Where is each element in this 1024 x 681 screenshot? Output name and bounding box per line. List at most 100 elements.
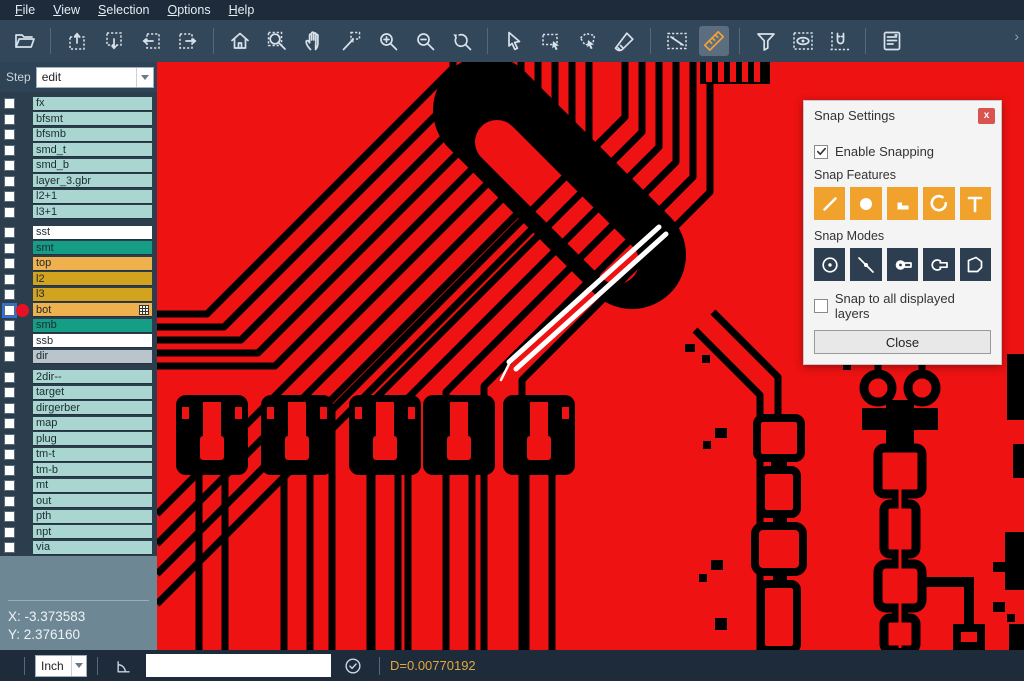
snap-feature-arc-button[interactable] (923, 187, 954, 220)
brush-button[interactable] (610, 26, 640, 56)
layer-visibility-checkbox[interactable] (4, 372, 15, 383)
unit-select[interactable]: Inch (35, 655, 87, 677)
layer-name-swatch[interactable]: npt (33, 525, 152, 539)
pan-down-button[interactable] (99, 26, 129, 56)
report-button[interactable] (877, 26, 907, 56)
layer-name-swatch[interactable]: top (33, 257, 152, 271)
step-select[interactable]: edit (36, 67, 154, 88)
layer-name-swatch[interactable]: target (33, 386, 152, 400)
dialog-close-action-button[interactable]: Close (814, 330, 991, 354)
layer-name-swatch[interactable]: l2+1 (33, 190, 152, 204)
layer-name-swatch[interactable]: smt (33, 241, 152, 255)
layer-name-swatch[interactable]: l3 (33, 288, 152, 302)
layer-grid-icon[interactable] (138, 304, 150, 316)
zoom-out-button[interactable] (410, 26, 440, 56)
layer-visibility-checkbox[interactable] (4, 418, 15, 429)
measure-value-input[interactable] (146, 654, 331, 677)
layer-name-swatch[interactable]: sst (33, 226, 152, 240)
dialog-close-button[interactable]: x (978, 108, 995, 124)
layer-visibility-checkbox[interactable] (4, 274, 15, 285)
filter-button[interactable] (751, 26, 781, 56)
menu-item[interactable]: Options (158, 0, 219, 20)
layer-visibility-checkbox[interactable] (4, 527, 15, 538)
enable-snapping-checkbox[interactable] (814, 145, 828, 159)
layer-visibility-checkbox[interactable] (4, 480, 15, 491)
layer-name-swatch[interactable]: ssb (33, 334, 152, 348)
toolbar-overflow-chevron[interactable]: › (1014, 28, 1019, 44)
layer-visibility-checkbox[interactable] (4, 542, 15, 553)
layer-visibility-checkbox[interactable] (4, 320, 15, 331)
layer-visibility-checkbox[interactable] (4, 176, 15, 187)
snap-button[interactable] (825, 26, 855, 56)
layer-name-swatch[interactable]: smd_t (33, 143, 152, 157)
layer-name-swatch[interactable]: bot (33, 303, 152, 317)
snap-feature-line-button[interactable] (814, 187, 845, 220)
layer-visibility-checkbox[interactable] (4, 465, 15, 476)
zoom-in-button[interactable] (373, 26, 403, 56)
layer-visibility-checkbox[interactable] (4, 496, 15, 507)
snap-all-layers-checkbox[interactable] (814, 299, 828, 313)
layer-visibility-checkbox[interactable] (4, 449, 15, 460)
layer-name-swatch[interactable]: fx (33, 97, 152, 111)
layer-visibility-checkbox[interactable] (4, 258, 15, 269)
pan-up-button[interactable] (62, 26, 92, 56)
layer-name-swatch[interactable]: dirgerber (33, 401, 152, 415)
layer-visibility-checkbox[interactable] (4, 351, 15, 362)
layer-name-swatch[interactable]: via (33, 541, 152, 555)
layer-visibility-checkbox[interactable] (4, 434, 15, 445)
layer-visibility-checkbox[interactable] (4, 511, 15, 522)
layer-visibility-checkbox[interactable] (4, 114, 15, 125)
layer-visibility-checkbox[interactable] (4, 336, 15, 347)
layer-name-swatch[interactable]: plug (33, 432, 152, 446)
snap-feature-text-button[interactable] (960, 187, 991, 220)
pan-right-button[interactable] (173, 26, 203, 56)
menu-item[interactable]: Selection (89, 0, 158, 20)
layer-visibility-checkbox[interactable] (4, 129, 15, 140)
layer-visibility-checkbox[interactable] (4, 289, 15, 300)
layer-visibility-checkbox[interactable] (4, 387, 15, 398)
layer-name-swatch[interactable]: mt (33, 479, 152, 493)
layer-visibility-checkbox[interactable] (4, 305, 15, 316)
pan-hand-button[interactable] (299, 26, 329, 56)
snap-mode-center-button[interactable] (814, 248, 845, 281)
snap-feature-pad-button[interactable] (850, 187, 881, 220)
snap-feature-surface-button[interactable] (887, 187, 918, 220)
select-cursor-button[interactable] (499, 26, 529, 56)
layer-visibility-checkbox[interactable] (4, 98, 15, 109)
zoom-previous-button[interactable] (447, 26, 477, 56)
layer-name-swatch[interactable]: bfsmt (33, 112, 152, 126)
view-options-button[interactable] (788, 26, 818, 56)
layer-visibility-checkbox[interactable] (4, 207, 15, 218)
zoom-area-button[interactable] (262, 26, 292, 56)
layer-name-swatch[interactable]: layer_3.gbr (33, 174, 152, 188)
menu-item[interactable]: Help (220, 0, 264, 20)
layer-visibility-checkbox[interactable] (4, 227, 15, 238)
layer-visibility-checkbox[interactable] (4, 191, 15, 202)
layer-name-swatch[interactable]: tm-t (33, 448, 152, 462)
layer-visibility-checkbox[interactable] (4, 243, 15, 254)
snap-mode-point-button[interactable] (850, 248, 881, 281)
home-view-button[interactable] (225, 26, 255, 56)
layer-name-swatch[interactable]: dir (33, 350, 152, 364)
menu-item[interactable]: View (44, 0, 89, 20)
layer-visibility-checkbox[interactable] (4, 145, 15, 156)
snap-mode-outline-button[interactable] (923, 248, 954, 281)
ruler-measure-button[interactable] (699, 26, 729, 56)
layer-name-swatch[interactable]: l3+1 (33, 205, 152, 219)
pan-left-button[interactable] (136, 26, 166, 56)
layer-name-swatch[interactable]: tm-b (33, 463, 152, 477)
polygon-select-button[interactable] (573, 26, 603, 56)
layer-name-swatch[interactable]: smd_b (33, 159, 152, 173)
layer-visibility-checkbox[interactable] (4, 403, 15, 414)
layer-name-swatch[interactable]: pth (33, 510, 152, 524)
layer-visibility-checkbox[interactable] (4, 160, 15, 171)
layer-name-swatch[interactable]: smb (33, 319, 152, 333)
layer-name-swatch[interactable]: out (33, 494, 152, 508)
menu-item[interactable]: File (6, 0, 44, 20)
move-view-button[interactable] (336, 26, 366, 56)
open-file-button[interactable] (10, 26, 40, 56)
measure-line-button[interactable] (662, 26, 692, 56)
layer-name-swatch[interactable]: map (33, 417, 152, 431)
layer-name-swatch[interactable]: 2dir-- (33, 370, 152, 384)
apply-check-icon[interactable] (342, 655, 364, 677)
